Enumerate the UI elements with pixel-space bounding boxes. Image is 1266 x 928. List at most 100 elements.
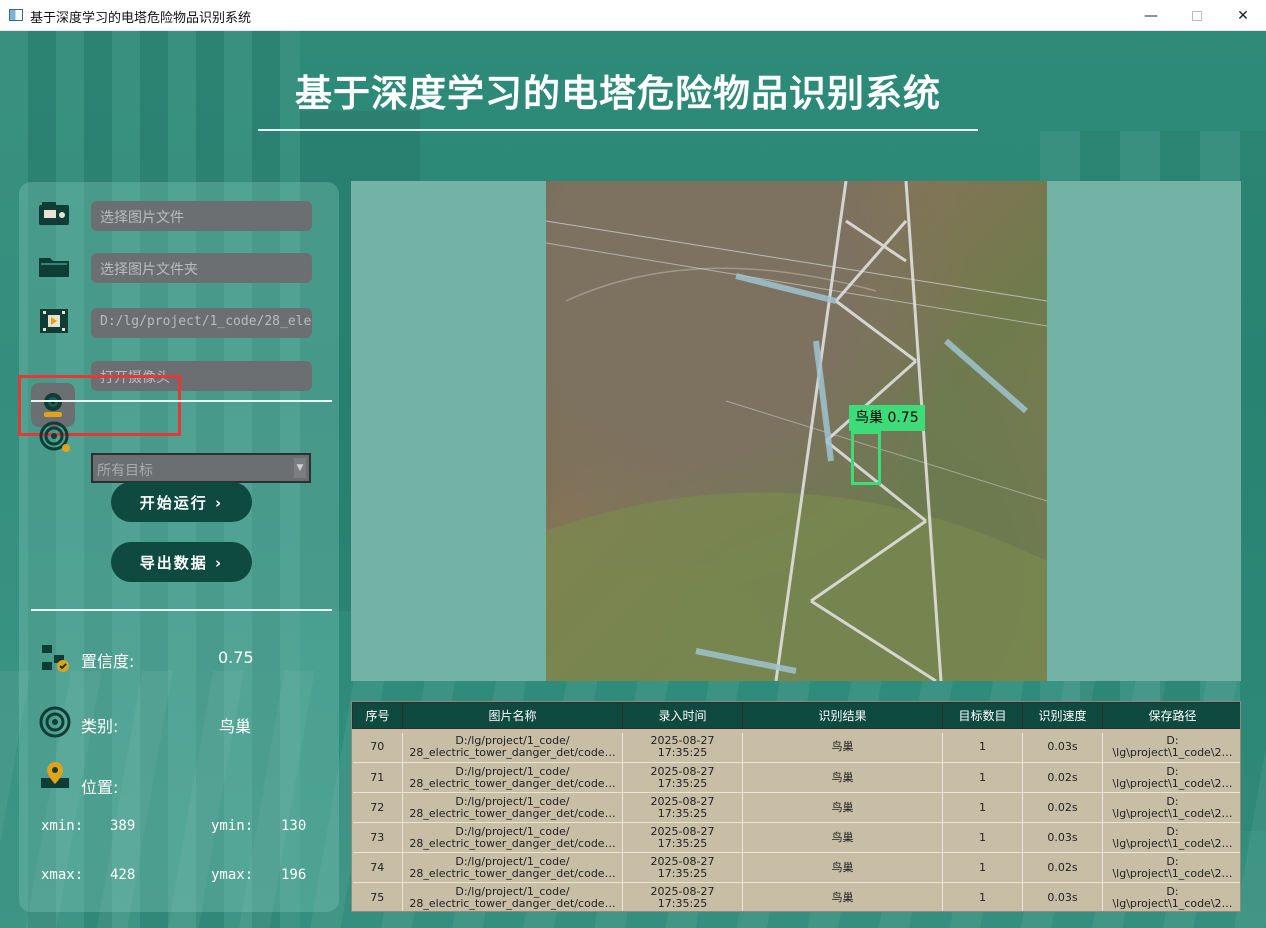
cell-result: 鸟巢 bbox=[742, 732, 943, 763]
image-display: 鸟巢 0.75 bbox=[351, 181, 1241, 681]
cell-id: 71 bbox=[352, 762, 403, 793]
app-title: 基于深度学习的电塔危险物品识别系统 bbox=[295, 72, 941, 115]
table-row[interactable]: 72 D:/lg/project/1_code/ 28_electric_tow… bbox=[352, 792, 1240, 823]
ymin-label: ymin: bbox=[211, 818, 254, 834]
cell-id: 75 bbox=[352, 882, 403, 911]
position-label: 位置: bbox=[81, 778, 119, 797]
cell-result: 鸟巢 bbox=[742, 792, 943, 823]
cell-speed: 0.03s bbox=[1022, 822, 1103, 853]
xmax-label: xmax: bbox=[41, 867, 84, 883]
cell-name: D:/lg/project/1_code/ 28_electric_tower_… bbox=[402, 792, 623, 823]
cell-speed: 0.03s bbox=[1022, 732, 1103, 763]
main-area: 基于深度学习的电塔危险物品识别系统 选择图片文件 选择图片文件夹 D:/lg/p… bbox=[0, 31, 1266, 928]
results-table: 序号 图片名称 录入时间 识别结果 目标数目 识别速度 保存路径 70 D:/l… bbox=[351, 701, 1241, 912]
cell-id: 74 bbox=[352, 852, 403, 883]
cell-name: D:/lg/project/1_code/ 28_electric_tower_… bbox=[402, 732, 623, 763]
cell-result: 鸟巢 bbox=[742, 822, 943, 853]
image-file-input[interactable]: 选择图片文件 bbox=[91, 201, 312, 231]
cell-result: 鸟巢 bbox=[742, 762, 943, 793]
xmax-value: 428 bbox=[110, 867, 136, 883]
table-header-row: 序号 图片名称 录入时间 识别结果 目标数目 识别速度 保存路径 bbox=[352, 702, 1240, 729]
detection-label: 鸟巢 0.75 bbox=[849, 405, 925, 431]
ymax-value: 196 bbox=[281, 867, 307, 883]
chevron-down-icon[interactable]: ▼ bbox=[294, 458, 306, 478]
xmin-value: 389 bbox=[110, 818, 136, 834]
cell-path: D: \lg\project\1_code\2… bbox=[1102, 822, 1240, 853]
image-file-icon[interactable] bbox=[37, 197, 71, 231]
table-row[interactable]: 71 D:/lg/project/1_code/ 28_electric_tow… bbox=[352, 762, 1240, 793]
class-value: 鸟巢 bbox=[219, 717, 252, 736]
video-path-input[interactable]: D:/lg/project/1_code/28_electric_tower_d… bbox=[91, 308, 312, 338]
cell-id: 70 bbox=[352, 732, 403, 763]
window-titlebar: 基于深度学习的电塔危险物品识别系统 — ✕ bbox=[0, 0, 1266, 31]
table-row[interactable]: 75 D:/lg/project/1_code/ 28_electric_tow… bbox=[352, 882, 1240, 911]
class-icon bbox=[38, 705, 72, 739]
panel-divider bbox=[31, 400, 332, 402]
col-header-result[interactable]: 识别结果 bbox=[742, 702, 943, 729]
title-divider bbox=[258, 129, 978, 131]
cell-path: D: \lg\project\1_code\2… bbox=[1102, 732, 1240, 763]
cell-speed: 0.03s bbox=[1022, 882, 1103, 911]
cell-count: 1 bbox=[942, 852, 1023, 883]
detection-box bbox=[851, 431, 881, 485]
cell-time: 2025-08-27 17:35:25 bbox=[622, 852, 743, 883]
app-window-icon bbox=[9, 9, 23, 21]
table-row[interactable]: 74 D:/lg/project/1_code/ 28_electric_tow… bbox=[352, 852, 1240, 883]
cell-path: D: \lg\project\1_code\2… bbox=[1102, 762, 1240, 793]
folder-icon[interactable] bbox=[37, 249, 71, 283]
cell-path: D: \lg\project\1_code\2… bbox=[1102, 852, 1240, 883]
cell-count: 1 bbox=[942, 732, 1023, 763]
location-icon bbox=[38, 759, 72, 793]
video-icon[interactable] bbox=[37, 304, 71, 338]
cell-time: 2025-08-27 17:35:25 bbox=[622, 792, 743, 823]
cell-speed: 0.02s bbox=[1022, 852, 1103, 883]
cell-time: 2025-08-27 17:35:25 bbox=[622, 882, 743, 911]
maximize-button[interactable] bbox=[1174, 0, 1220, 31]
confidence-icon bbox=[38, 641, 72, 675]
window-title: 基于深度学习的电塔危险物品识别系统 bbox=[30, 11, 252, 26]
start-button[interactable]: 开始运行 › bbox=[111, 482, 252, 522]
cell-id: 73 bbox=[352, 822, 403, 853]
col-header-id[interactable]: 序号 bbox=[352, 702, 403, 729]
xmin-label: xmin: bbox=[41, 818, 84, 834]
cell-speed: 0.02s bbox=[1022, 792, 1103, 823]
cell-path: D: \lg\project\1_code\2… bbox=[1102, 792, 1240, 823]
col-header-name[interactable]: 图片名称 bbox=[402, 702, 623, 729]
cell-id: 72 bbox=[352, 792, 403, 823]
cell-result: 鸟巢 bbox=[742, 882, 943, 911]
cell-time: 2025-08-27 17:35:25 bbox=[622, 762, 743, 793]
class-label: 类别: bbox=[81, 717, 119, 736]
cell-count: 1 bbox=[942, 882, 1023, 911]
image-folder-input[interactable]: 选择图片文件夹 bbox=[91, 253, 312, 283]
cell-name: D:/lg/project/1_code/ 28_electric_tower_… bbox=[402, 852, 623, 883]
cell-path: D: \lg\project\1_code\2… bbox=[1102, 882, 1240, 911]
cell-count: 1 bbox=[942, 822, 1023, 853]
col-header-path[interactable]: 保存路径 bbox=[1102, 702, 1240, 729]
col-header-speed[interactable]: 识别速度 bbox=[1022, 702, 1103, 729]
target-icon bbox=[38, 420, 72, 454]
confidence-label: 置信度: bbox=[81, 652, 135, 671]
export-button[interactable]: 导出数据 › bbox=[111, 542, 252, 582]
cell-name: D:/lg/project/1_code/ 28_electric_tower_… bbox=[402, 822, 623, 853]
target-select[interactable]: 所有目标 ▼ bbox=[91, 453, 311, 483]
ymax-label: ymax: bbox=[211, 867, 254, 883]
detection-photo bbox=[546, 181, 1047, 681]
cell-count: 1 bbox=[942, 792, 1023, 823]
col-header-count[interactable]: 目标数目 bbox=[942, 702, 1023, 729]
cell-name: D:/lg/project/1_code/ 28_electric_tower_… bbox=[402, 882, 623, 911]
col-header-time[interactable]: 录入时间 bbox=[622, 702, 743, 729]
table-row[interactable]: 73 D:/lg/project/1_code/ 28_electric_tow… bbox=[352, 822, 1240, 853]
cell-time: 2025-08-27 17:35:25 bbox=[622, 822, 743, 853]
table-row[interactable]: 70 D:/lg/project/1_code/ 28_electric_tow… bbox=[352, 732, 1240, 763]
cell-time: 2025-08-27 17:35:25 bbox=[622, 732, 743, 763]
minimize-button[interactable]: — bbox=[1128, 0, 1174, 31]
maximize-icon bbox=[1192, 10, 1202, 21]
target-select-value: 所有目标 bbox=[97, 463, 153, 479]
cell-name: D:/lg/project/1_code/ 28_electric_tower_… bbox=[402, 762, 623, 793]
confidence-value: 0.75 bbox=[218, 648, 254, 667]
close-button[interactable]: ✕ bbox=[1220, 0, 1266, 31]
ymin-value: 130 bbox=[281, 818, 307, 834]
cell-result: 鸟巢 bbox=[742, 852, 943, 883]
panel-divider-2 bbox=[31, 609, 332, 611]
cell-speed: 0.02s bbox=[1022, 762, 1103, 793]
